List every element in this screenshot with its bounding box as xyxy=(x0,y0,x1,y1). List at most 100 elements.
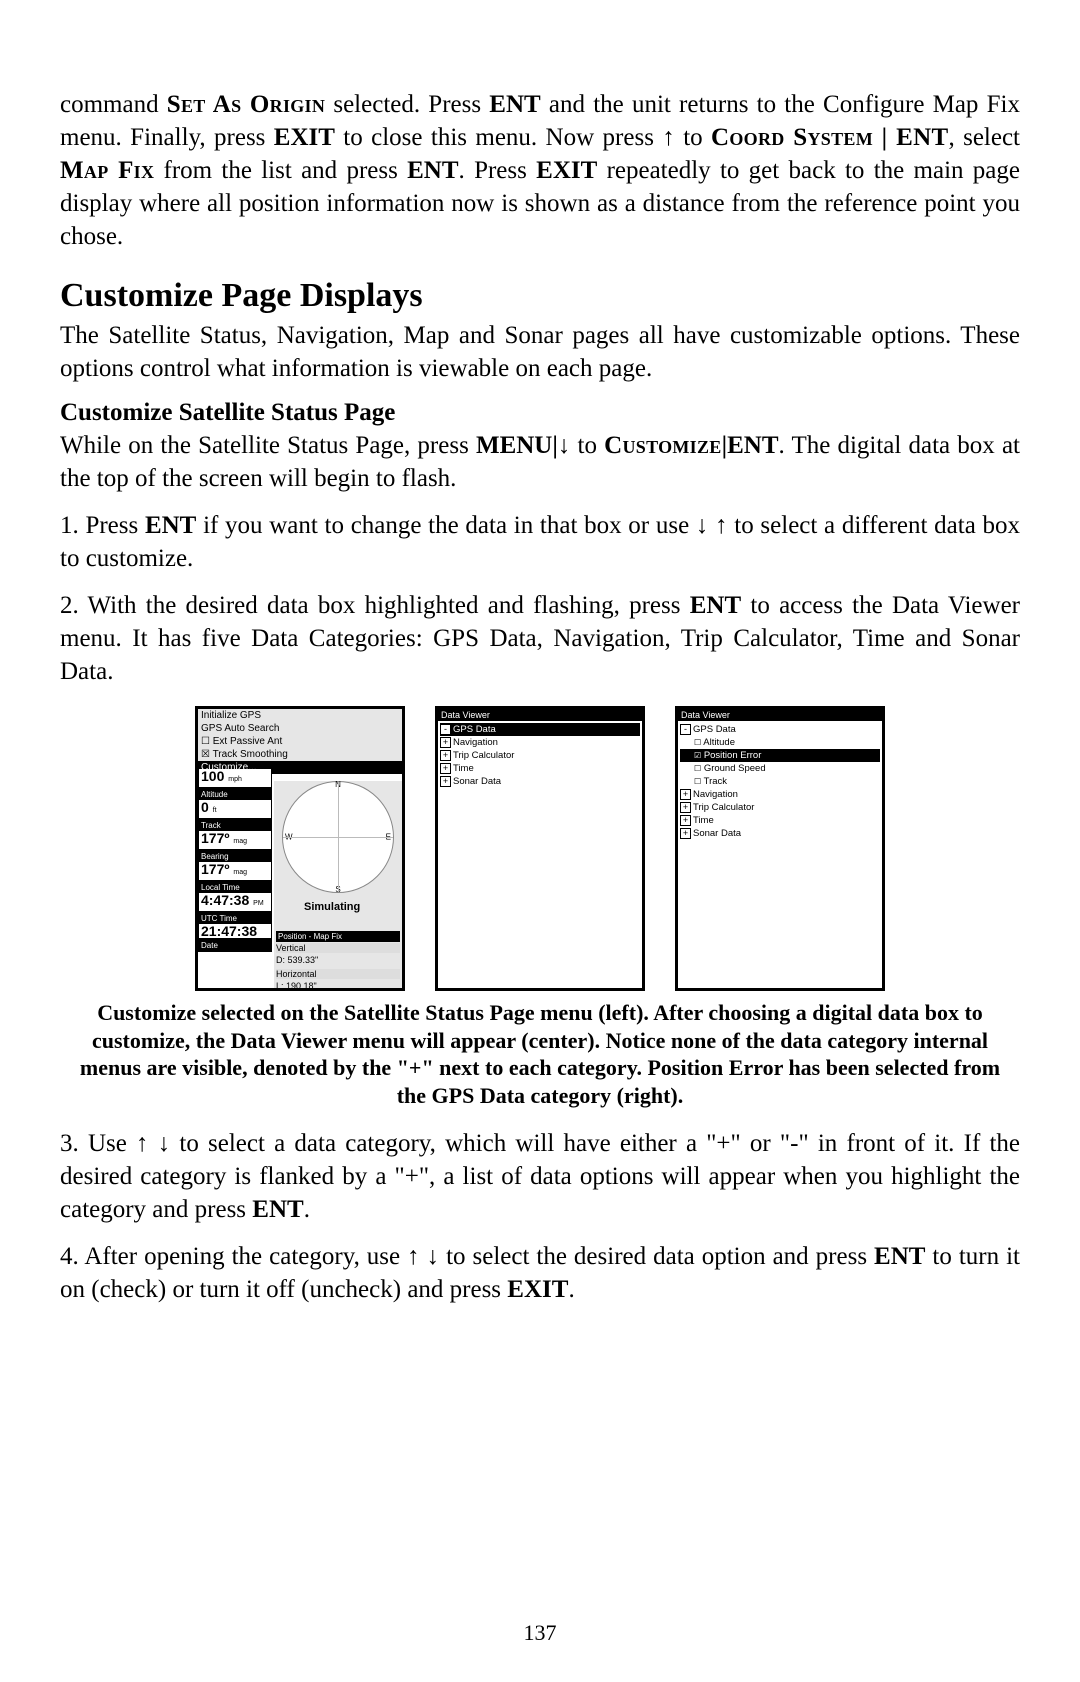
tree-item-label: Sonar Data xyxy=(453,776,501,787)
text: 4. After opening the category, use xyxy=(60,1243,407,1270)
arrow-up-icon: ↑ xyxy=(662,123,675,151)
tree-item-label: Altitude xyxy=(703,737,735,748)
horizontal-value: L: 190.18" xyxy=(276,981,400,991)
key-ent: ENT xyxy=(727,432,778,459)
key-exit: EXIT xyxy=(507,1276,568,1303)
data-box: Altitude0 ft xyxy=(198,788,272,819)
heading-customize-sat-status: Customize Satellite Status Page xyxy=(60,399,1020,427)
tree-item-label: Ground Speed xyxy=(704,763,766,774)
data-box: UTC Time21:47:38 xyxy=(198,912,272,939)
cmd-customize: Customize xyxy=(604,432,721,459)
data-box-value: 177º mag xyxy=(199,831,271,849)
tree-item: ☐ Ground Speed xyxy=(680,762,880,775)
text: 2. With the desired data box highlighted… xyxy=(60,592,690,619)
arrow-up-icon: ↑ xyxy=(715,511,728,539)
text: to xyxy=(570,432,604,459)
text: While on the Satellite Status Page, pres… xyxy=(60,432,476,459)
data-box: Bearing177º mag xyxy=(198,850,272,881)
title-bar: Data Viewer xyxy=(678,709,882,721)
menu-item: Initialize GPS xyxy=(198,709,402,722)
cmd-coord-system: Coord System | ENT xyxy=(711,124,948,151)
data-box-label: Date xyxy=(199,940,271,951)
data-box: Track177º mag xyxy=(198,819,272,850)
text: selected. Press xyxy=(325,91,489,118)
menu-item: ☐ Ext Passive Ant xyxy=(198,735,402,748)
tree-item-label: Time xyxy=(693,815,714,826)
tree-item: ☑ Position Error xyxy=(680,749,880,762)
heading-customize-page-displays: Customize Page Displays xyxy=(60,277,1020,315)
key-ent: ENT xyxy=(252,1196,303,1223)
intro-paragraph: command Set As Origin selected. Press EN… xyxy=(60,88,1020,253)
vertical-label: Vertical xyxy=(276,943,400,953)
key-menu: MENU xyxy=(476,432,552,459)
tree-item-label: Track xyxy=(704,776,727,787)
tree-item-label: Navigation xyxy=(453,737,498,748)
key-ent: ENT xyxy=(489,91,540,118)
arrow-down-icon: ↓ xyxy=(558,431,571,459)
checkbox-icon: ☐ xyxy=(694,738,701,747)
tree-item: +Time xyxy=(440,762,640,775)
manual-page: command Set As Origin selected. Press EN… xyxy=(0,0,1080,1682)
tree-view: -GPS Data+Navigation+Trip Calculator+Tim… xyxy=(438,721,642,790)
text: to close this menu. Now press xyxy=(335,124,662,151)
expand-box-icon: - xyxy=(680,724,691,735)
arrow-down-icon: ↓ xyxy=(427,1242,440,1270)
text: 3. Use xyxy=(60,1130,136,1157)
simulating-label: Simulating xyxy=(304,901,360,913)
tree-item: +Sonar Data xyxy=(680,827,880,840)
text: to xyxy=(675,124,711,151)
tree-item-label: Trip Calculator xyxy=(693,802,754,813)
tree-item: +Trip Calculator xyxy=(680,801,880,814)
tree-item: ☐ Track xyxy=(680,775,880,788)
expand-box-icon: + xyxy=(680,789,691,800)
sky-circle: N S E W xyxy=(282,781,394,893)
page-number: 137 xyxy=(0,1620,1080,1646)
key-exit: EXIT xyxy=(274,124,335,151)
key-ent: ENT xyxy=(874,1243,925,1270)
step-1: 1. Press ENT if you want to change the d… xyxy=(60,509,1020,575)
figure-row: Initialize GPS GPS Auto Search☐ Ext Pass… xyxy=(60,706,1020,991)
text: to select the desired data option and pr… xyxy=(439,1243,874,1270)
tree-item-label: GPS Data xyxy=(453,724,496,735)
tree-item-label: Time xyxy=(453,763,474,774)
text: command xyxy=(60,91,167,118)
expand-box-icon: + xyxy=(440,737,451,748)
tree-item-label: GPS Data xyxy=(693,724,736,735)
data-box-column: Ground Speed100 mphAltitude0 ftTrack177º… xyxy=(198,774,272,952)
expand-box-icon: + xyxy=(680,828,691,839)
tree-view: -GPS Data☐ Altitude☑ Position Error☐ Gro… xyxy=(678,721,882,842)
expand-box-icon: + xyxy=(680,802,691,813)
tree-item: +Time xyxy=(680,814,880,827)
screenshot-data-viewer-collapsed: Data Viewer -GPS Data+Navigation+Trip Ca… xyxy=(435,706,645,991)
menu-list: Initialize GPS GPS Auto Search☐ Ext Pass… xyxy=(198,709,402,774)
key-ent: ENT xyxy=(145,512,196,539)
intro-customize: The Satellite Status, Navigation, Map an… xyxy=(60,319,1020,385)
tree-item: ☐ Altitude xyxy=(680,736,880,749)
key-exit: EXIT xyxy=(536,157,597,184)
key-ent: ENT xyxy=(690,592,741,619)
tree-item: +Navigation xyxy=(680,788,880,801)
menu-item: ☒ Track Smoothing xyxy=(198,748,402,761)
arrow-up-icon: ↑ xyxy=(136,1129,149,1157)
data-box-value: 0 ft xyxy=(199,800,271,818)
data-box: Date xyxy=(198,939,272,952)
menu-item: Customize... xyxy=(198,761,402,774)
tree-item: +Navigation xyxy=(440,736,640,749)
figure-caption: Customize selected on the Satellite Stat… xyxy=(70,999,1010,1109)
text: . Press xyxy=(459,157,537,184)
tree-item: +Trip Calculator xyxy=(440,749,640,762)
tree-item: -GPS Data xyxy=(680,723,880,736)
screenshot-data-viewer-expanded: Data Viewer -GPS Data☐ Altitude☑ Positio… xyxy=(675,706,885,991)
expand-box-icon: + xyxy=(680,815,691,826)
sat-right-area: N S E W Simulating Position - Map Fix Ve… xyxy=(274,781,402,988)
arrow-up-icon: ↑ xyxy=(407,1242,420,1270)
step-3: 3. Use ↑ ↓ to select a data category, wh… xyxy=(60,1127,1020,1226)
tree-item: +Sonar Data xyxy=(440,775,640,788)
data-box: Ground Speed100 mph xyxy=(198,774,272,788)
step-4: 4. After opening the category, use ↑ ↓ t… xyxy=(60,1240,1020,1306)
sat-status-intro: While on the Satellite Status Page, pres… xyxy=(60,429,1020,495)
step-2: 2. With the desired data box highlighted… xyxy=(60,589,1020,688)
expand-box-icon: + xyxy=(440,763,451,774)
text: . xyxy=(568,1276,574,1303)
text: if you want to change the data in that b… xyxy=(196,512,696,539)
